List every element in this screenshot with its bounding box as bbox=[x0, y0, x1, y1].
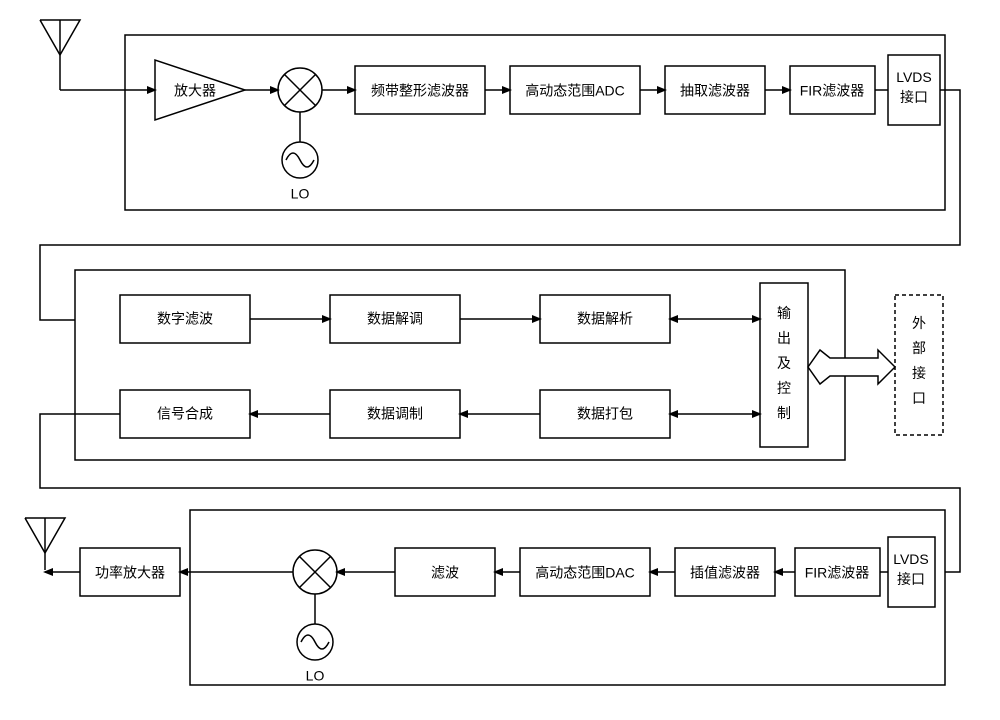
tx-interp-filter-label: 插值滤波器 bbox=[690, 565, 760, 581]
rx-high-dr-adc-label: 高动态范围ADC bbox=[525, 83, 625, 99]
dsp-output-control-label-3: 及 bbox=[777, 355, 791, 371]
dsp-digital-filter-label: 数字滤波 bbox=[157, 311, 213, 327]
rx-amplifier-label: 放大器 bbox=[174, 83, 216, 99]
rx-antenna-icon bbox=[40, 20, 80, 70]
dsp-data-parse-label: 数据解析 bbox=[577, 311, 633, 327]
dsp-output-control-label-5: 制 bbox=[777, 405, 791, 421]
rx-fir-filter-label: FIR滤波器 bbox=[800, 83, 865, 99]
dsp-output-control-label-4: 控 bbox=[777, 380, 791, 396]
rx-mixer-icon bbox=[278, 68, 322, 112]
dsp-data-demod-label: 数据解调 bbox=[367, 311, 423, 327]
tx-front-end bbox=[190, 510, 945, 685]
dsp-data-mod-label: 数据调制 bbox=[367, 406, 423, 422]
tx-lvds-label-2: 接口 bbox=[897, 571, 925, 587]
tx-high-dr-dac-label: 高动态范围DAC bbox=[535, 565, 635, 581]
external-interface-label-2: 部 bbox=[912, 340, 926, 356]
rx-decimation-filter-label: 抽取滤波器 bbox=[680, 83, 750, 99]
tx-filter-label: 滤波 bbox=[431, 565, 459, 581]
tx-lo-label: LO bbox=[306, 668, 325, 684]
dsp-data-pack-label: 数据打包 bbox=[577, 406, 633, 422]
tx-mixer-icon bbox=[293, 550, 337, 594]
block-diagram: 放大器 LO 频带整形滤波器 高动态范围ADC 抽取滤波器 FIR滤波器 LVD… bbox=[0, 0, 1000, 720]
rx-lo-label: LO bbox=[291, 186, 310, 202]
rx-band-shape-filter-label: 频带整形滤波器 bbox=[371, 83, 469, 99]
external-interface-label-1: 外 bbox=[912, 315, 926, 331]
double-arrow-icon bbox=[808, 350, 895, 384]
tx-power-amp-label: 功率放大器 bbox=[95, 565, 165, 581]
rx-front-end bbox=[125, 35, 945, 210]
tx-fir-filter-label: FIR滤波器 bbox=[805, 565, 870, 581]
external-interface-label-3: 接 bbox=[912, 365, 926, 381]
rx-lvds-label-2: 接口 bbox=[900, 89, 928, 105]
dsp-output-control-label-2: 出 bbox=[777, 330, 791, 346]
rx-lvds-label-1: LVDS bbox=[896, 69, 932, 85]
tx-lvds-label-1: LVDS bbox=[893, 551, 929, 567]
dsp-signal-synth-label: 信号合成 bbox=[157, 406, 213, 422]
dsp-output-control-label-1: 输 bbox=[777, 305, 791, 321]
external-interface-label-4: 口 bbox=[912, 390, 926, 406]
tx-antenna-icon bbox=[25, 518, 65, 570]
